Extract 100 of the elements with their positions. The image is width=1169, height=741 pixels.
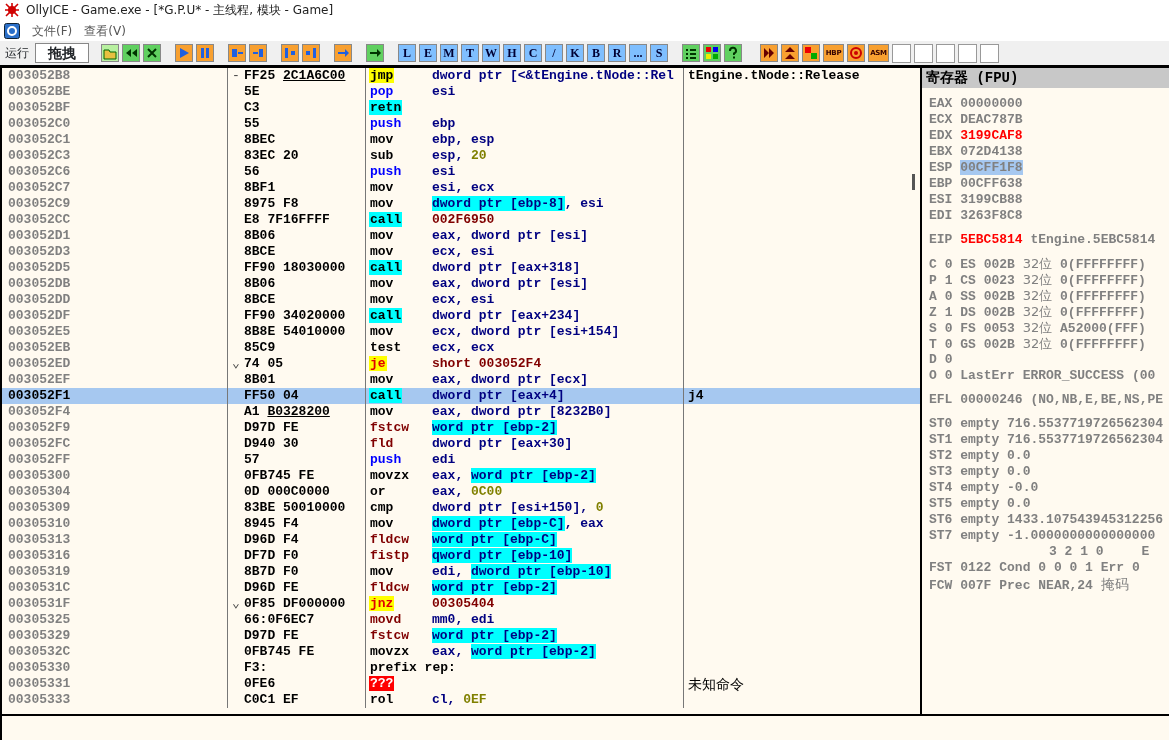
disasm-row[interactable]: 003052B8 - FF25 2C1A6C00 jmp dword ptr [<&tEngine.tNode::Rel tEngine.tNode::Release	[2, 68, 920, 84]
disasm-row[interactable]: 003052D5 FF90 18030000 call dword ptr [eax+318]	[2, 260, 920, 276]
mnemonic: or	[369, 484, 387, 499]
fold-marker[interactable]: -	[232, 68, 240, 83]
address-cell: 00305329	[2, 628, 228, 644]
return-button[interactable]	[334, 44, 352, 62]
window-button[interactable]: /	[545, 44, 563, 62]
hex-cell: 8BEC	[244, 132, 366, 148]
window-button[interactable]: S	[650, 44, 668, 62]
fold-marker[interactable]: ⌄	[232, 596, 240, 611]
empty-button[interactable]	[980, 43, 999, 63]
window-button[interactable]: C	[524, 44, 542, 62]
disasm-row[interactable]: 00305300 0FB745 FE movzx eax, word ptr [ebp-2]	[2, 468, 920, 484]
disasm-row[interactable]: 003052D1 8B06 mov eax, dword ptr [esi]	[2, 228, 920, 244]
register-name: EFL	[929, 392, 953, 407]
fpu-value: -0.0	[1007, 480, 1039, 495]
disasm-row[interactable]: 003052FC D940 30 fld dword ptr [eax+30]	[2, 436, 920, 452]
flag-name: O	[929, 368, 937, 383]
disasm-row[interactable]: 003052ED ⌄ 74 05 je short 003052F4	[2, 356, 920, 372]
window-button[interactable]: H	[503, 44, 521, 62]
segment-name: DS	[960, 305, 976, 320]
app-menu-icon[interactable]	[4, 21, 20, 40]
step-into-button[interactable]	[228, 44, 246, 62]
window-button[interactable]: B	[587, 44, 605, 62]
empty-button[interactable]	[936, 43, 955, 63]
operand-text: dword ptr [<&tEngine.tNode::Rel	[432, 68, 674, 83]
mnemonic: call	[369, 260, 403, 275]
disasm-row[interactable]: 003052C3 83EC 20 sub esp, 20	[2, 148, 920, 164]
address-cell: 00305309	[2, 500, 228, 516]
disasm-row[interactable]: 003052CC E8 7F16FFFF call 002F6950	[2, 212, 920, 228]
step-over-button[interactable]	[249, 44, 267, 62]
disasm-row[interactable]: 003052BF C3 retn	[2, 100, 920, 116]
disasm-row[interactable]: 00305304 0D 000C0000 or eax, 0C00	[2, 484, 920, 500]
mnemonic: mov	[369, 132, 395, 147]
pause-button[interactable]	[196, 44, 214, 62]
mnemonic: mov	[369, 292, 395, 307]
fpu-value: 0.0	[1007, 464, 1031, 479]
fpu-tag: empty	[960, 480, 1000, 495]
list-button[interactable]	[682, 44, 700, 62]
disasm-row[interactable]: 00305319 8B7D F0 mov edi, dword ptr [ebp-10]	[2, 564, 920, 580]
disasm-row[interactable]: 003052C6 56 push esi	[2, 164, 920, 180]
trace-over-button[interactable]	[302, 44, 320, 62]
disasm-row[interactable]: 003052F9 D97D FE fstcw word ptr [ebp-2]	[2, 420, 920, 436]
goto-button[interactable]	[366, 44, 384, 62]
window-button[interactable]: L	[398, 44, 416, 62]
window-button[interactable]: ...	[629, 44, 647, 62]
hex-cell: 56	[244, 164, 366, 180]
window-button[interactable]: M	[440, 44, 458, 62]
mnemonic: call	[369, 388, 403, 403]
rewind-button[interactable]	[122, 44, 140, 62]
grid-button[interactable]	[703, 44, 721, 62]
window-button[interactable]: K	[566, 44, 584, 62]
register-value: 0122	[960, 560, 992, 575]
play-icon	[177, 46, 191, 60]
empty-button[interactable]	[914, 43, 933, 63]
operand-text: cl, 0EF	[432, 692, 487, 707]
disasm-row[interactable]: 003052C0 55 push ebp	[2, 116, 920, 132]
disasm-row[interactable]: 00305333 C0C1 EF rol cl, 0EF	[2, 692, 920, 708]
disasm-row[interactable]: 003052F1 FF50 04 call dword ptr [eax+4] j4	[2, 388, 920, 404]
disasm-row[interactable]: 0030532C 0FB745 FE movzx eax, word ptr [ebp-2]	[2, 644, 920, 660]
window-button[interactable]: E	[419, 44, 437, 62]
window-button[interactable]: W	[482, 44, 500, 62]
disasm-row[interactable]: 003052DB 8B06 mov eax, dword ptr [esi]	[2, 276, 920, 292]
disasm-row[interactable]: 00305313 D96D F4 fldcw word ptr [ebp-C]	[2, 532, 920, 548]
disasm-row[interactable]: 00305310 8945 F4 mov dword ptr [ebp-C], eax	[2, 516, 920, 532]
help-button[interactable]	[724, 44, 742, 62]
menu-item[interactable]: 查看(V)	[84, 21, 126, 40]
segment-base: 0(FFFFFFFF)	[1060, 273, 1146, 288]
segment-bits: 32位	[1022, 304, 1053, 319]
close-button[interactable]	[143, 44, 161, 62]
trace-into-button[interactable]	[281, 44, 299, 62]
mnemonic: mov	[369, 228, 395, 243]
window-button[interactable]: R	[608, 44, 626, 62]
mnemonic: fistp	[369, 548, 410, 563]
target-button[interactable]	[847, 44, 865, 62]
disasm-row[interactable]: 0030531C D96D FE fldcw word ptr [ebp-2]	[2, 580, 920, 596]
mnemonic: rol	[369, 692, 395, 707]
disasm-row[interactable]: 003052DF FF90 34020000 call dword ptr [eax+234]	[2, 308, 920, 324]
disasm-row[interactable]: 0030531F ⌄ 0F85 DF000000 jnz 00305404	[2, 596, 920, 612]
scroll-thumb[interactable]	[912, 174, 915, 190]
segment-name: FS	[960, 321, 976, 336]
operand-text: eax, dword ptr [esi]	[432, 228, 589, 243]
play-button[interactable]	[175, 44, 193, 62]
disasm-row[interactable]: 003052E5 8B8E 54010000 mov ecx, dword ptr [esi+154]	[2, 324, 920, 340]
fold-marker[interactable]: ⌄	[232, 356, 240, 371]
disasm-row[interactable]: 003052C9 8975 F8 mov dword ptr [ebp-8], esi	[2, 196, 920, 212]
empty-button[interactable]	[958, 43, 977, 63]
disasm-row[interactable]: 003052C1 8BEC mov ebp, esp	[2, 132, 920, 148]
arrows-button[interactable]	[781, 44, 799, 62]
disasm-row[interactable]: 00305329 D97D FE fstcw word ptr [ebp-2]	[2, 628, 920, 644]
operand-text: ebp, esp	[432, 132, 495, 147]
flag-name: P	[929, 273, 937, 288]
disasm-row[interactable]: 00305331 0FE6 ??? 未知命令	[2, 676, 920, 692]
err-value: 0	[1131, 560, 1140, 575]
double-arrow-button[interactable]	[760, 44, 778, 62]
disasm-row[interactable]: 00305316 DF7D F0 fistp qword ptr [ebp-10]	[2, 548, 920, 564]
fpu-value: -1.0000000000000000	[1007, 528, 1156, 543]
empty-button[interactable]	[892, 43, 911, 63]
menu-item[interactable]: 文件(F)	[32, 21, 73, 40]
window-button[interactable]: T	[461, 44, 479, 62]
